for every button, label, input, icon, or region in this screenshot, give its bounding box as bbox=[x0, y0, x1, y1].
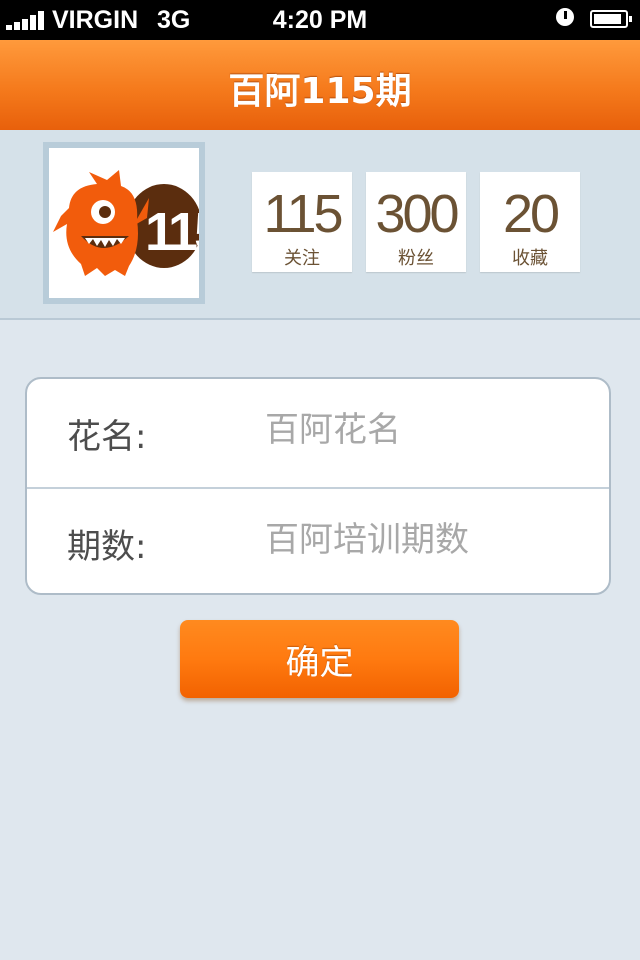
stat-favorites[interactable]: 20 收藏 bbox=[480, 172, 580, 272]
profile-header: 115 115 关注 300 粉丝 20 收藏 bbox=[0, 130, 640, 320]
status-bar: VIRGIN 3G 4:20 PM bbox=[0, 0, 640, 40]
name-row: 花名: bbox=[27, 379, 609, 487]
stat-followers[interactable]: 300 粉丝 bbox=[366, 172, 466, 272]
battery-icon bbox=[590, 10, 632, 28]
favorites-label: 收藏 bbox=[512, 248, 548, 269]
favorites-count: 20 bbox=[502, 184, 560, 244]
period-input[interactable] bbox=[265, 515, 585, 565]
avatar-frame[interactable]: 115 bbox=[43, 142, 205, 304]
page-title: 百阿115期 bbox=[228, 71, 412, 112]
following-count: 115 bbox=[263, 184, 343, 244]
confirm-button[interactable]: 确定 bbox=[180, 620, 459, 698]
avatar: 115 bbox=[49, 148, 199, 298]
followers-label: 粉丝 bbox=[398, 248, 434, 269]
form-card: 花名: 期数: bbox=[25, 377, 611, 595]
name-label: 花名: bbox=[67, 417, 147, 457]
alarm-clock-icon bbox=[556, 8, 574, 26]
status-time: 4:20 PM bbox=[272, 6, 368, 34]
battery-level bbox=[594, 14, 621, 24]
following-label: 关注 bbox=[284, 248, 320, 269]
period-label: 期数: bbox=[67, 527, 147, 567]
stat-following[interactable]: 115 关注 bbox=[252, 172, 352, 272]
logo-number: 115 bbox=[145, 202, 199, 262]
period-row: 期数: bbox=[27, 487, 609, 597]
navigation-bar: 百阿115期 bbox=[0, 40, 640, 130]
monster-logo-icon: 115 bbox=[53, 170, 199, 276]
followers-count: 300 bbox=[375, 184, 459, 244]
name-input[interactable] bbox=[265, 405, 585, 455]
